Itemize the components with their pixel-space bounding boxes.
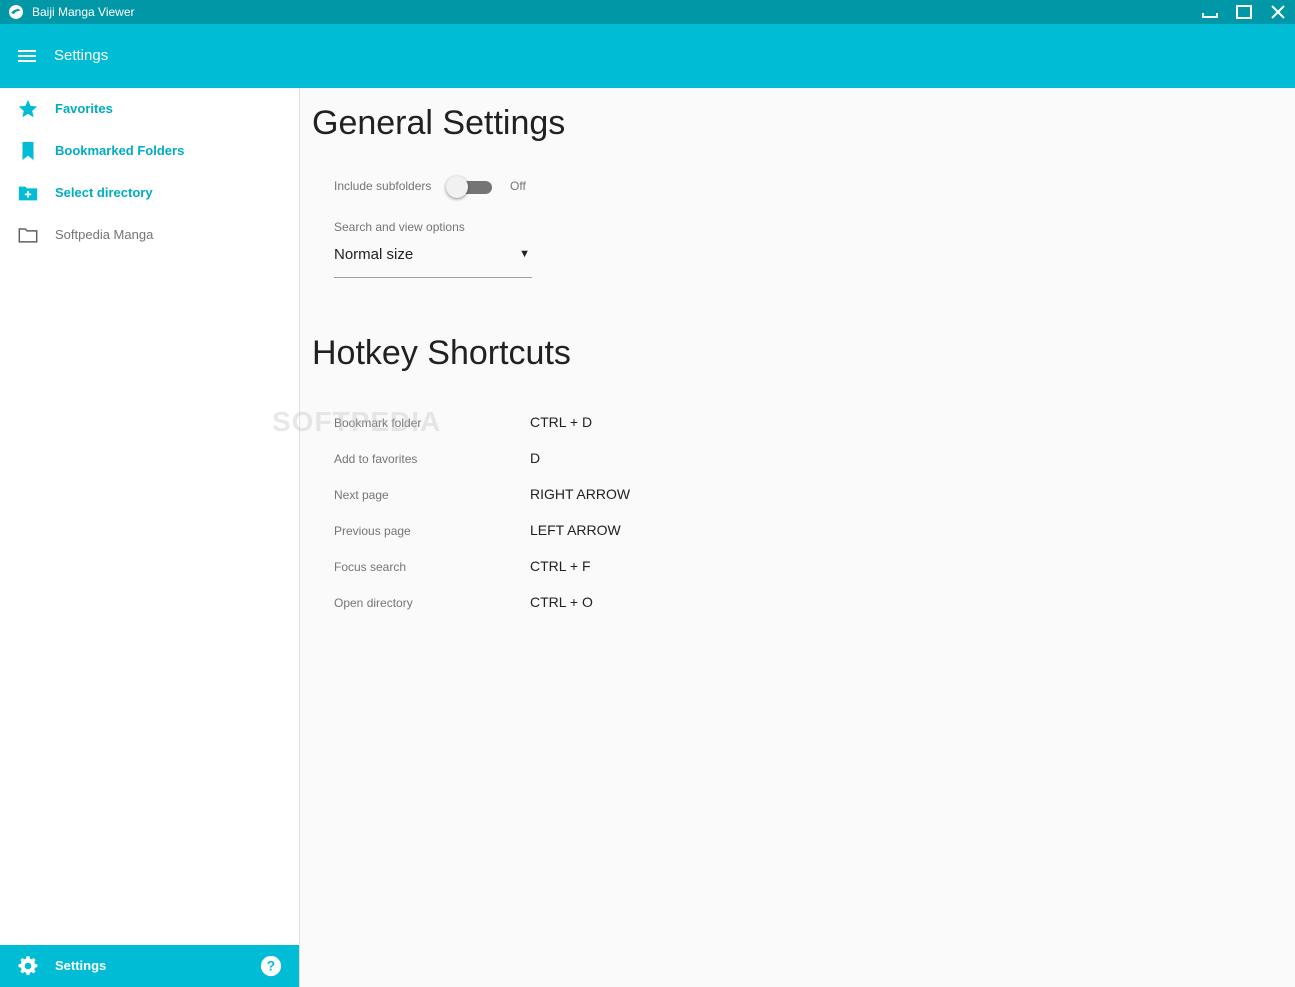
search-view-setting: Search and view options Normal size ▼ xyxy=(334,218,532,278)
sidebar-item-label: Select directory xyxy=(55,185,153,200)
sidebar-item-favorites[interactable]: Favorites xyxy=(0,88,299,130)
hotkey-shortcuts-heading: Hotkey Shortcuts xyxy=(312,334,571,372)
window-title: Baiji Manga Viewer xyxy=(32,5,135,19)
sidebar-item-label: Favorites xyxy=(55,101,113,116)
app-window: Baiji Manga Viewer Settings Favorites Bo… xyxy=(0,0,1295,987)
sidebar-item-bookmarked-folders[interactable]: Bookmarked Folders xyxy=(0,130,299,172)
hotkey-row: Open directory CTRL + O xyxy=(334,593,834,615)
sidebar: Favorites Bookmarked Folders Select dire… xyxy=(0,88,300,987)
sidebar-item-softpedia-manga[interactable]: Softpedia Manga xyxy=(0,214,299,256)
close-icon xyxy=(1271,5,1285,19)
sidebar-footer-label: Settings xyxy=(55,958,107,973)
hotkey-row: Add to favorites D xyxy=(334,449,834,471)
hotkey-action: Open directory xyxy=(334,596,413,610)
search-view-label: Search and view options xyxy=(334,220,465,234)
maximize-button[interactable] xyxy=(1227,0,1261,24)
folder-add-icon xyxy=(17,182,39,204)
hotkey-key: D xyxy=(530,450,541,466)
app-logo-icon xyxy=(8,4,24,20)
dropdown-selected-value: Normal size xyxy=(334,246,414,263)
hotkey-action: Add to favorites xyxy=(334,452,418,466)
page-title: Settings xyxy=(54,47,109,64)
sidebar-item-label: Softpedia Manga xyxy=(55,227,154,242)
close-button[interactable] xyxy=(1261,0,1295,24)
svg-text:?: ? xyxy=(267,959,275,974)
minimize-button[interactable] xyxy=(1193,0,1227,24)
folder-icon xyxy=(17,224,39,246)
sidebar-item-select-directory[interactable]: Select directory xyxy=(0,172,299,214)
hotkey-key: CTRL + F xyxy=(530,558,591,574)
hotkey-row: Next page RIGHT ARROW xyxy=(334,485,834,507)
include-subfolders-toggle[interactable] xyxy=(446,176,494,198)
gear-icon xyxy=(17,955,39,977)
bookmark-icon xyxy=(17,140,39,162)
hotkey-action: Next page xyxy=(334,488,389,502)
star-icon xyxy=(17,98,39,120)
hamburger-menu-icon[interactable] xyxy=(16,46,38,66)
toggle-thumb xyxy=(446,176,468,198)
include-subfolders-setting: Include subfolders Off xyxy=(334,176,634,198)
watermark: SOFTPEDIA xyxy=(272,406,442,437)
hotkey-row: Focus search CTRL + F xyxy=(334,557,834,579)
include-subfolders-label: Include subfolders xyxy=(334,179,432,193)
sidebar-item-label: Bookmarked Folders xyxy=(55,143,185,158)
help-icon[interactable]: ? xyxy=(260,955,282,977)
hotkey-key: CTRL + O xyxy=(530,594,593,610)
hotkey-row: Previous page LEFT ARROW xyxy=(334,521,834,543)
sidebar-footer-settings[interactable]: Settings ? xyxy=(0,945,299,987)
title-bar: Baiji Manga Viewer xyxy=(0,0,1295,24)
settings-content: General Settings Include subfolders Off … xyxy=(300,88,1295,987)
hotkey-key: CTRL + D xyxy=(530,414,593,430)
hotkey-action: Focus search xyxy=(334,560,407,574)
hotkey-action: Previous page xyxy=(334,524,411,538)
hotkey-key: RIGHT ARROW xyxy=(530,486,631,502)
dropdown-caret-icon: ▼ xyxy=(519,248,530,260)
hotkey-key: LEFT ARROW xyxy=(530,522,621,538)
maximize-icon xyxy=(1236,5,1252,19)
toggle-state-label: Off xyxy=(510,179,526,193)
app-bar: Settings xyxy=(0,24,1295,88)
general-settings-heading: General Settings xyxy=(312,104,566,142)
minimize-icon xyxy=(1202,13,1218,18)
search-view-dropdown[interactable]: Normal size ▼ xyxy=(334,244,532,278)
